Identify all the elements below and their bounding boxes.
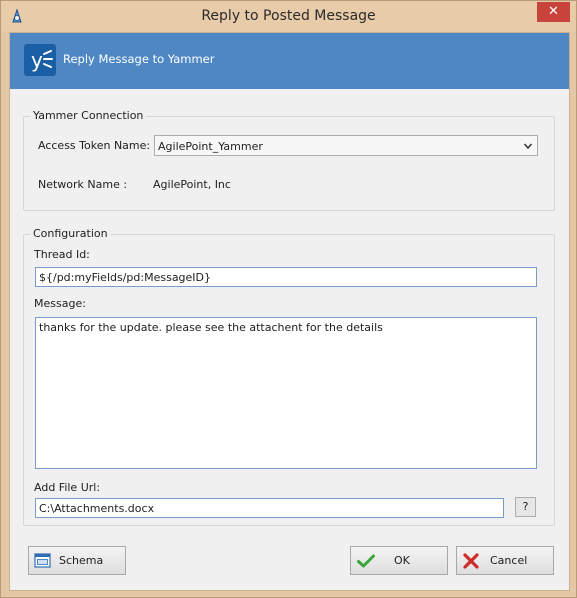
thread-id-input[interactable]: ${/pd:myFields/pd:MessageID} — [35, 267, 537, 287]
file-url-value: C:\Attachments.docx — [39, 502, 155, 515]
network-name-label: Network Name : — [38, 178, 128, 191]
dialog-window: Reply to Posted Message ✕ y Reply Messag… — [0, 0, 577, 598]
cancel-label: Cancel — [490, 554, 528, 567]
cancel-x-icon — [463, 553, 479, 569]
title-bar[interactable]: Reply to Posted Message ✕ — [1, 1, 576, 32]
message-textarea[interactable]: thanks for the update. please see the at… — [35, 317, 537, 469]
thread-id-value: ${/pd:myFields/pd:MessageID} — [39, 271, 212, 284]
configuration-group: Configuration Thread Id: ${/pd:myFields/… — [23, 227, 555, 526]
dialog-body: y Reply Message to Yammer Yammer Connect… — [9, 32, 570, 591]
yammer-logo-icon: y — [24, 44, 56, 76]
message-label: Message: — [34, 297, 86, 310]
header-banner: y Reply Message to Yammer — [10, 33, 569, 89]
message-value: thanks for the update. please see the at… — [39, 321, 383, 334]
banner-title: Reply Message to Yammer — [63, 52, 215, 66]
ok-button[interactable]: OK — [350, 546, 448, 575]
configuration-title: Configuration — [30, 227, 111, 240]
thread-id-label: Thread Id: — [34, 248, 90, 261]
yammer-connection-title: Yammer Connection — [30, 109, 147, 122]
chevron-down-icon — [523, 143, 533, 150]
close-button[interactable]: ✕ — [537, 2, 570, 22]
ok-label: OK — [394, 554, 410, 567]
schema-button[interactable]: Schema — [28, 546, 126, 575]
svg-text:y: y — [31, 48, 43, 72]
checkmark-icon — [357, 554, 375, 568]
cancel-button[interactable]: Cancel — [456, 546, 554, 575]
access-token-value: AgilePoint_Yammer — [158, 140, 263, 153]
schema-label: Schema — [59, 554, 104, 567]
network-name-value: AgilePoint, Inc — [153, 178, 231, 191]
file-url-label: Add File Url: — [34, 481, 101, 494]
help-button[interactable]: ? — [515, 497, 536, 517]
access-token-select[interactable]: AgilePoint_Yammer — [154, 135, 538, 156]
schema-icon — [34, 553, 51, 568]
access-token-label: Access Token Name: — [38, 139, 151, 152]
yammer-connection-group: Yammer Connection Access Token Name: Agi… — [23, 109, 555, 211]
window-title: Reply to Posted Message — [201, 8, 376, 24]
file-url-input[interactable]: C:\Attachments.docx — [35, 498, 504, 518]
